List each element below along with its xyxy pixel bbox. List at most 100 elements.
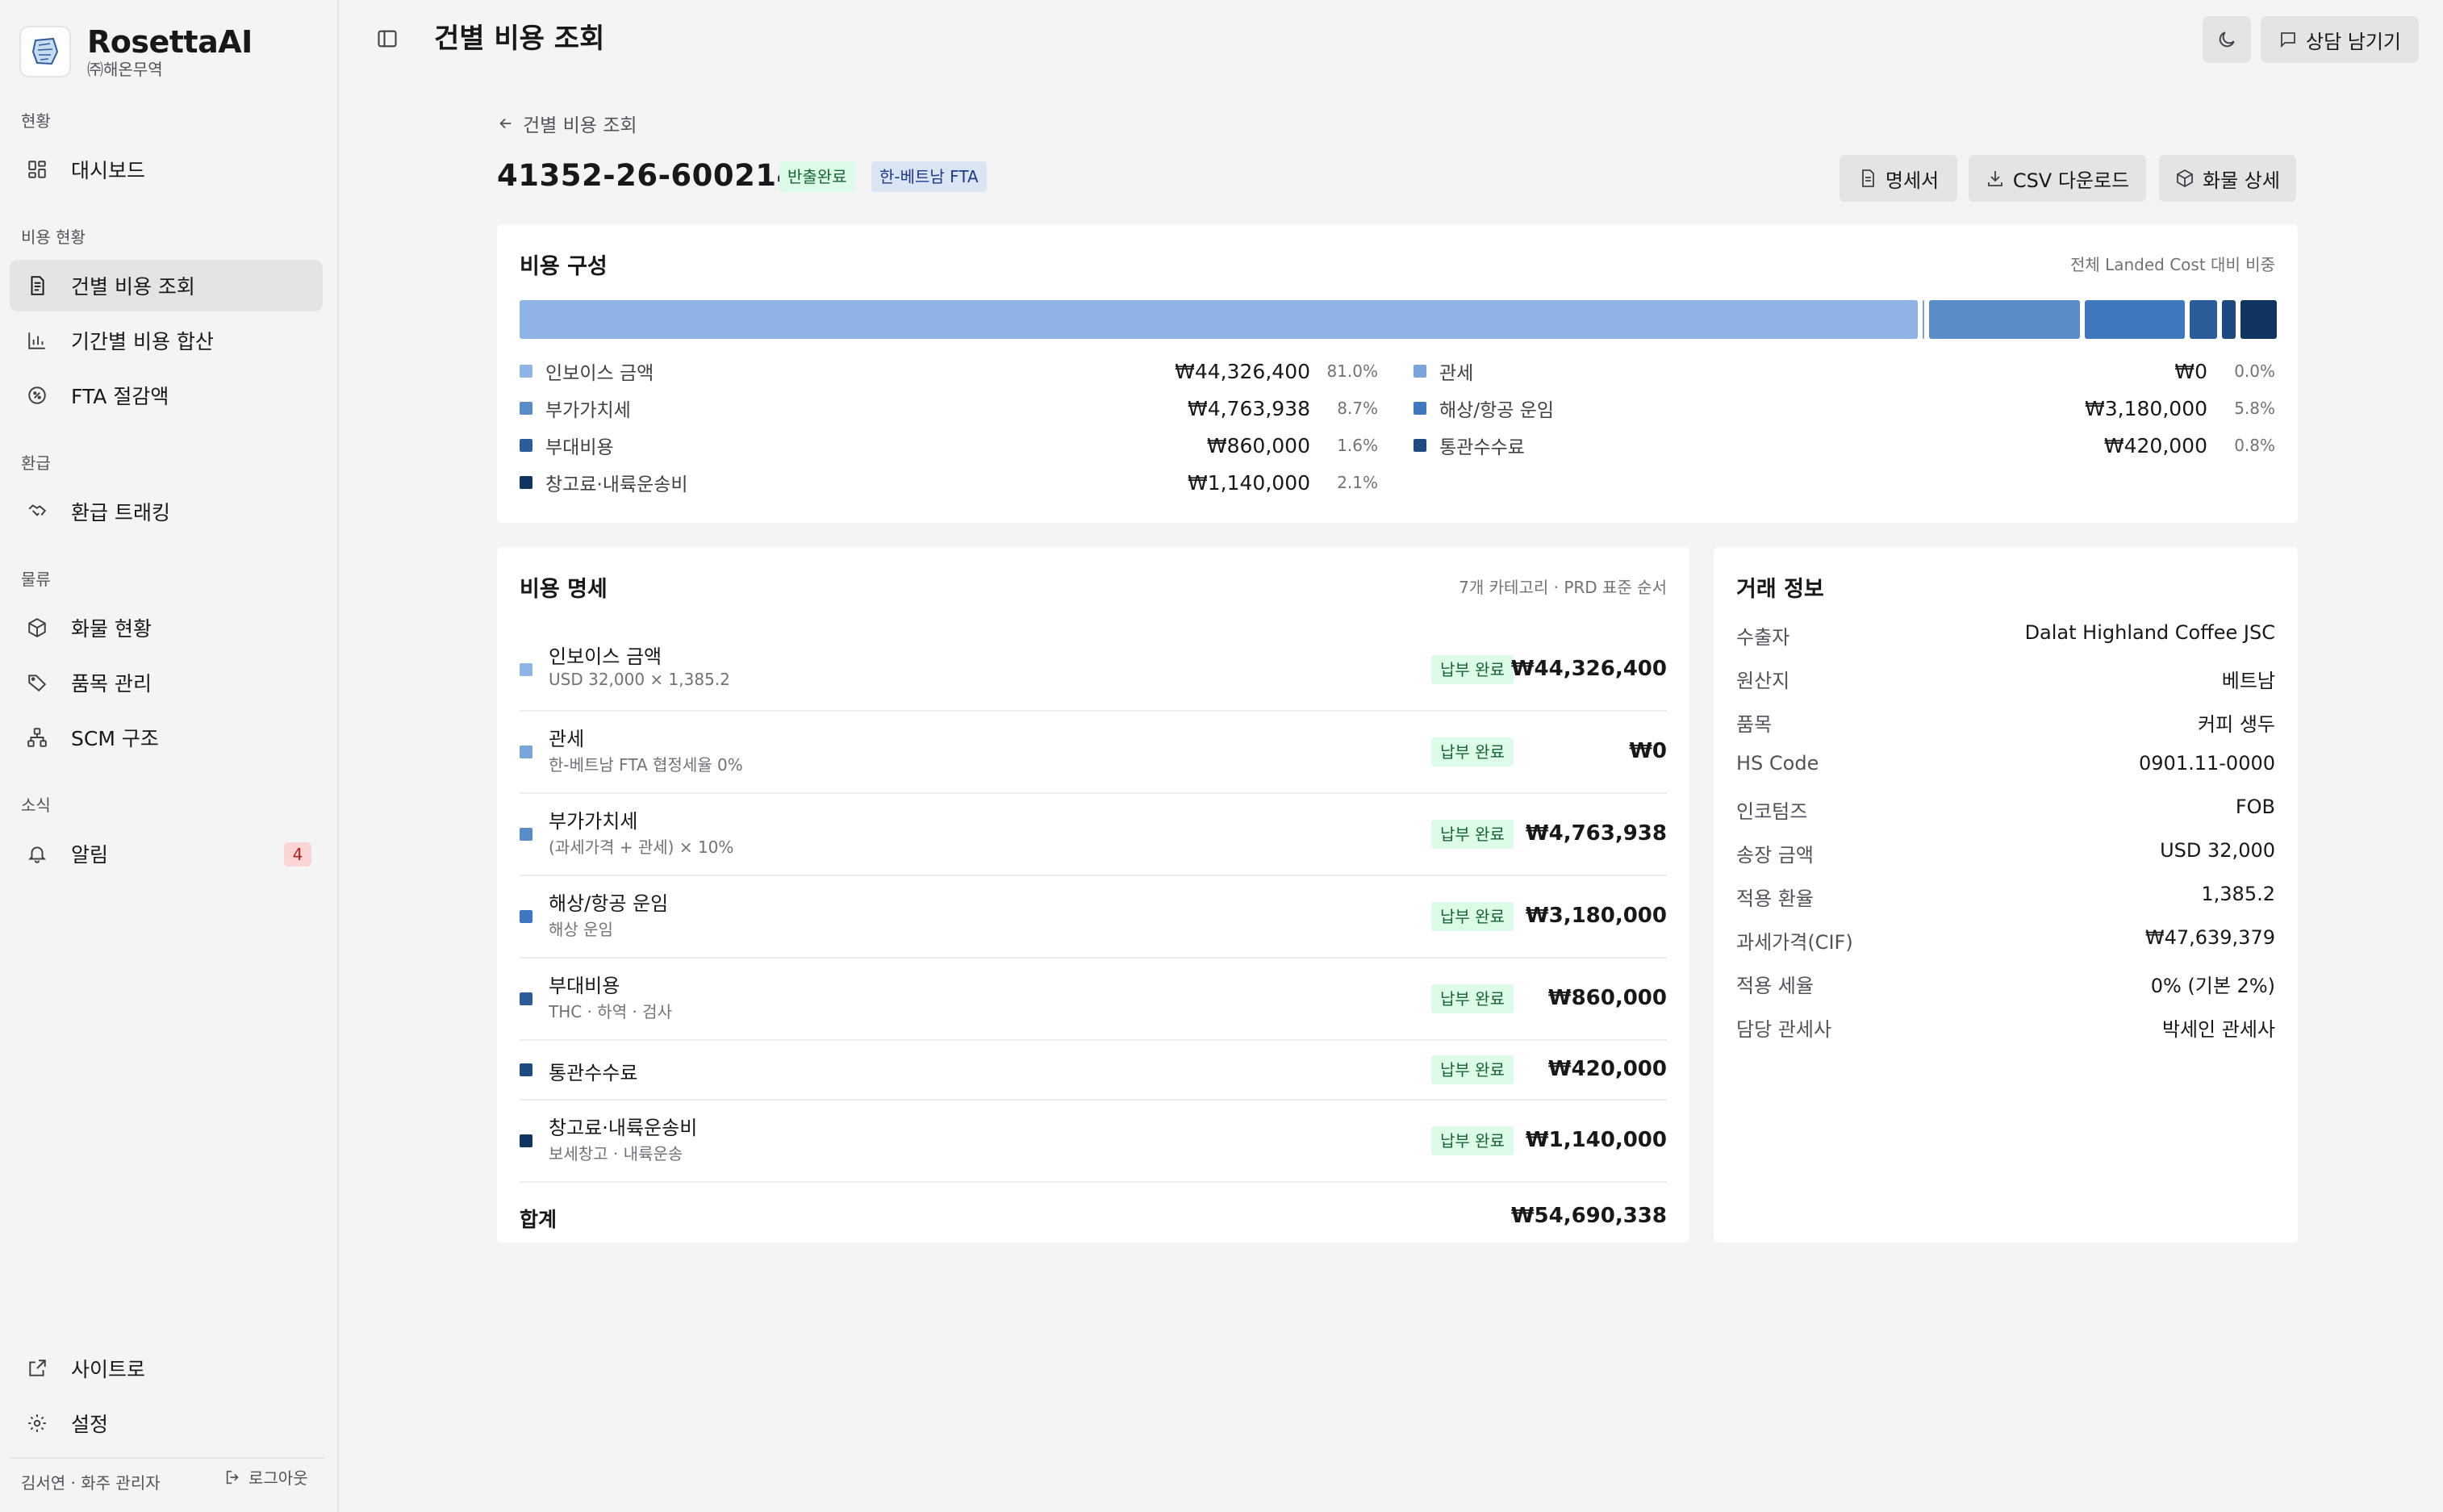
legend-amount: ₩44,326,400 xyxy=(1175,359,1310,383)
sidebar-item-cost-lookup[interactable]: 건별 비용 조회 xyxy=(10,260,323,311)
sidebar-item-item-management[interactable]: 품목 관리 xyxy=(10,657,323,708)
row-name: 관세 xyxy=(549,728,585,750)
table-row[interactable]: 해상/항공 운임 해상 운임 납부 완료 ₩3,180,000 xyxy=(520,876,1667,959)
back-link[interactable]: 건별 비용 조회 xyxy=(497,110,637,137)
info-value: 0901.11-0000 xyxy=(2139,752,2275,775)
row-amount: ₩1,140,000 xyxy=(1525,1128,1667,1152)
current-user: 김서연 · 화주 관리자 xyxy=(21,1473,161,1493)
logout-icon xyxy=(226,1470,239,1484)
info-value: Dalat Highland Coffee JSC xyxy=(2024,621,2275,644)
network-icon xyxy=(24,725,50,750)
trade-info-card: 거래 정보 수출자 Dalat Highland Coffee JSC 원산지 … xyxy=(1714,547,2298,1243)
legend-item: 통관수수료 ₩420,000 0.8% xyxy=(1414,429,2275,462)
brand[interactable]: RosettaAI ㈜해온무역 xyxy=(19,23,253,81)
table-row[interactable]: 창고료·내륙운송비 보세창고 · 내륙운송 납부 완료 ₩1,140,000 xyxy=(520,1101,1667,1183)
info-key: 인코텀즈 xyxy=(1736,800,1808,823)
sidebar-item-scm-structure[interactable]: SCM 구조 xyxy=(10,712,323,763)
info-key: 적용 환율 xyxy=(1736,888,1814,910)
sidebar-item-notifications[interactable]: 알림 4 xyxy=(10,828,323,879)
sidebar-item-period-sum[interactable]: 기간별 비용 합산 xyxy=(10,315,323,366)
status-badge: 납부 완료 xyxy=(1431,820,1514,849)
row-swatch xyxy=(520,992,532,1005)
csv-download-button[interactable]: CSV 다운로드 xyxy=(1969,155,2146,202)
legend-amount: ₩4,763,938 xyxy=(1188,396,1310,420)
legend-item: 해상/항공 운임 ₩3,180,000 5.8% xyxy=(1414,392,2275,424)
table-row[interactable]: 통관수수료 납부 완료 ₩420,000 xyxy=(520,1041,1667,1101)
info-key: HS Code xyxy=(1736,752,1819,775)
info-value: 박세인 관세사 xyxy=(2161,1018,2275,1041)
card-note: 7개 카테고리 · PRD 표준 순서 xyxy=(1459,578,1667,597)
row-sub: 한-베트남 FTA 협정세율 0% xyxy=(549,755,743,775)
row-name: 부대비용 xyxy=(549,975,620,997)
company-name: ㈜해온무역 xyxy=(87,60,163,79)
composition-segment xyxy=(2084,300,2185,339)
sidebar-item-refund-tracking[interactable]: 환급 트래킹 xyxy=(10,486,323,537)
sidebar-item-dashboard[interactable]: 대시보드 xyxy=(10,144,323,195)
cost-composition-bar xyxy=(520,300,2277,339)
info-value: 0% (기본 2%) xyxy=(2150,975,2275,997)
table-row[interactable]: 부가가치세 (과세가격 + 관세) × 10% 납부 완료 ₩4,763,938 xyxy=(520,794,1667,876)
dashboard-grid-icon xyxy=(24,157,50,182)
nav-section-cost: 비용 현황 xyxy=(21,228,86,247)
row-swatch xyxy=(520,828,532,841)
table-row[interactable]: 관세 한-베트남 FTA 협정세율 0% 납부 완료 ₩0 xyxy=(520,712,1667,794)
gear-icon xyxy=(24,1410,50,1436)
info-key: 수출자 xyxy=(1736,626,1790,649)
bar-chart-icon xyxy=(24,328,50,353)
row-sub: 해상 운임 xyxy=(549,920,613,939)
legend-swatch xyxy=(1414,402,1426,415)
sidebar-item-fta-savings[interactable]: FTA 절감액 xyxy=(10,370,323,421)
cost-details-card: 비용 명세 7개 카테고리 · PRD 표준 순서 인보이스 금액 USD 32… xyxy=(497,547,1689,1243)
info-key: 적용 세율 xyxy=(1736,975,1814,997)
info-value: USD 32,000 xyxy=(2160,839,2275,862)
row-swatch xyxy=(520,1134,532,1147)
moon-icon xyxy=(2219,31,2235,48)
row-swatch xyxy=(520,746,532,758)
consult-button[interactable]: 상담 남기기 xyxy=(2261,16,2419,63)
info-row: 송장 금액 USD 32,000 xyxy=(1736,839,2275,871)
legend-name: 부가가치세 xyxy=(545,400,631,421)
card-title: 거래 정보 xyxy=(1736,577,1824,602)
sidebar-item-go-to-site[interactable]: 사이트로 xyxy=(10,1343,323,1394)
logout-button[interactable]: 로그아웃 xyxy=(224,1465,308,1489)
arrow-left-icon xyxy=(499,118,512,129)
theme-toggle-button[interactable] xyxy=(2203,16,2251,63)
info-row: 적용 세율 0% (기본 2%) xyxy=(1736,970,2275,1002)
tags-icon xyxy=(24,670,50,695)
back-link-label: 건별 비용 조회 xyxy=(523,115,637,136)
legend-amount: ₩420,000 xyxy=(2103,433,2207,457)
sidebar-item-settings[interactable]: 설정 xyxy=(10,1397,323,1449)
total-amount: ₩54,690,338 xyxy=(1510,1204,1667,1228)
legend-swatch xyxy=(1414,439,1426,452)
info-value: FOB xyxy=(2235,796,2275,818)
sidebar-item-label: FTA 절감액 xyxy=(71,385,169,408)
legend-percent: 1.6% xyxy=(1337,436,1378,455)
composition-segment xyxy=(2189,300,2217,339)
table-row[interactable]: 부대비용 THC · 하역 · 검사 납부 완료 ₩860,000 xyxy=(520,959,1667,1041)
sidebar-toggle-button[interactable] xyxy=(373,24,402,53)
cost-composition-card: 비용 구성 전체 Landed Cost 대비 비중 인보이스 금액 ₩44,3… xyxy=(497,224,2298,523)
info-row: 과세가격(CIF) ₩47,639,379 xyxy=(1736,926,2275,959)
row-sub: 보세창고 · 내륙운송 xyxy=(549,1144,683,1163)
legend-amount: ₩860,000 xyxy=(1206,433,1310,457)
composition-segment xyxy=(2221,300,2236,339)
info-row: 인코텀즈 FOB xyxy=(1736,796,2275,828)
status-badge: 납부 완료 xyxy=(1431,1055,1514,1084)
sidebar-item-cargo-status[interactable]: 화물 현황 xyxy=(10,602,323,654)
row-sub: (과세가격 + 관세) × 10% xyxy=(549,837,734,857)
cargo-detail-button[interactable]: 화물 상세 xyxy=(2159,155,2296,202)
package-icon xyxy=(2177,169,2193,188)
csv-download-label: CSV 다운로드 xyxy=(2012,169,2130,192)
legend-amount: ₩3,180,000 xyxy=(2085,396,2207,420)
legend-percent: 0.0% xyxy=(2234,361,2275,381)
legend-name: 부대비용 xyxy=(545,437,614,458)
sidebar-item-label: 대시보드 xyxy=(71,159,146,182)
brand-name: RosettaAI xyxy=(87,24,253,60)
statement-button[interactable]: 명세서 xyxy=(1840,155,1957,202)
info-value: 1,385.2 xyxy=(2201,883,2275,905)
row-name: 해상/항공 운임 xyxy=(549,892,669,915)
table-row[interactable]: 인보이스 금액 USD 32,000 × 1,385.2 납부 완료 ₩44,3… xyxy=(520,629,1667,712)
declaration-number: 41352-26-600214 xyxy=(497,158,798,193)
legend-swatch xyxy=(520,365,532,378)
info-key: 과세가격(CIF) xyxy=(1736,931,1853,954)
